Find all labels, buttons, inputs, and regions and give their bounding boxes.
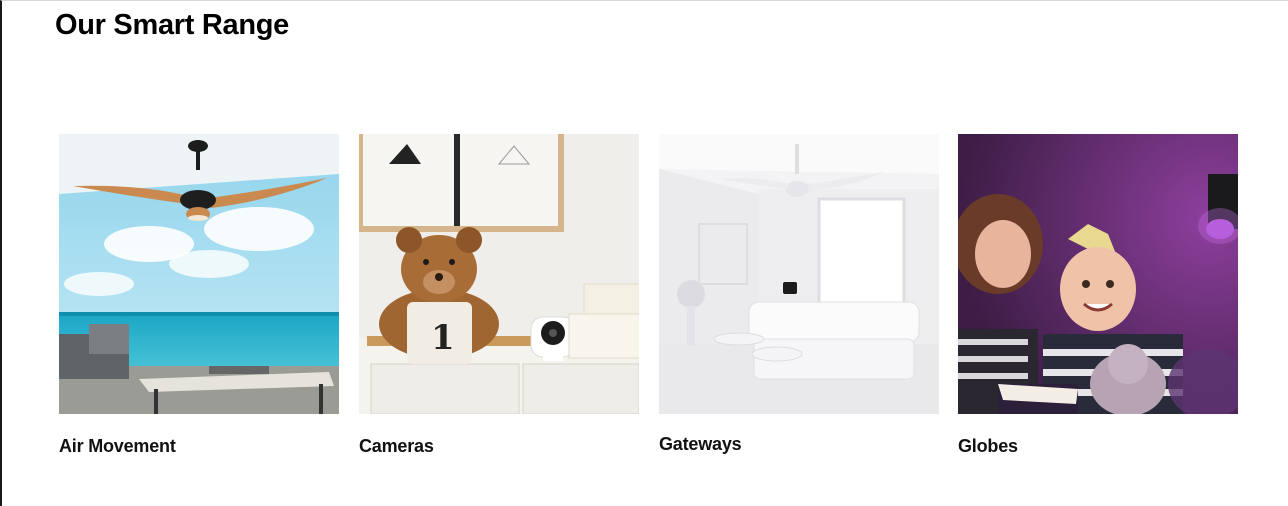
category-image-gateways[interactable] <box>659 134 939 414</box>
category-label[interactable]: Air Movement <box>59 436 176 457</box>
category-card-air-movement[interactable]: Air Movement <box>59 134 339 474</box>
page-frame: Our Smart Range Air Movement 1 Cameras G… <box>0 0 1288 506</box>
category-image-globes[interactable] <box>958 134 1238 414</box>
category-label[interactable]: Cameras <box>359 436 434 457</box>
svg-text:1: 1 <box>431 318 455 358</box>
category-label[interactable]: Globes <box>958 436 1018 457</box>
category-image-cameras[interactable]: 1 <box>359 134 639 414</box>
category-label[interactable]: Gateways <box>659 434 742 455</box>
category-card-globes[interactable]: Globes <box>958 134 1238 474</box>
category-card-gateways[interactable]: Gateways <box>659 134 939 474</box>
category-card-cameras[interactable]: 1 Cameras <box>359 134 639 474</box>
category-image-air-movement[interactable] <box>59 134 339 414</box>
section-title: Our Smart Range <box>55 9 289 41</box>
